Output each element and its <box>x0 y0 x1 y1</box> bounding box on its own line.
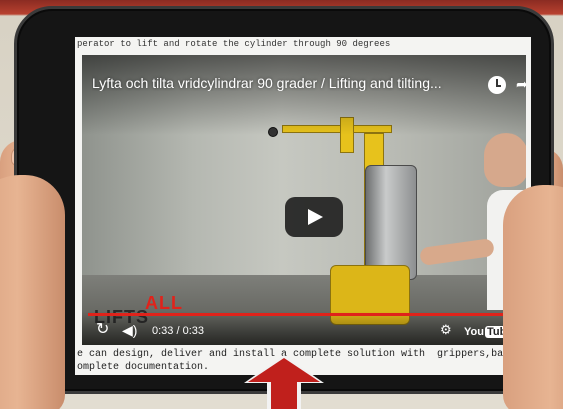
clock-icon[interactable] <box>488 76 506 94</box>
page-caption-top: perator to lift and rotate the cylinder … <box>77 39 391 49</box>
right-hand <box>503 185 563 409</box>
left-hand <box>0 175 65 409</box>
video-title[interactable]: Lyfta och tilta vridcylindrar 90 grader … <box>92 75 474 91</box>
operator-head <box>484 133 526 187</box>
progress-fill <box>88 313 520 316</box>
video-player[interactable]: Lyfta och tilta vridcylindrar 90 grader … <box>82 55 526 345</box>
replay-icon[interactable]: ↻ <box>96 322 109 338</box>
play-button[interactable] <box>285 197 343 237</box>
brand-all: ALL <box>145 293 183 313</box>
arrow-up-icon <box>248 358 320 409</box>
title-gradient <box>82 55 526 135</box>
cylinder <box>365 165 417 280</box>
player-controls <box>82 311 526 345</box>
progress-bar[interactable] <box>88 313 520 316</box>
tablet-frame: perator to lift and rotate the cylinder … <box>14 6 554 394</box>
youtube-you: You <box>464 326 484 338</box>
photo-scene: perator to lift and rotate the cylinder … <box>0 0 563 409</box>
tablet-screen: perator to lift and rotate the cylinder … <box>75 37 531 375</box>
time-display: 0:33 / 0:33 <box>152 325 204 337</box>
gear-icon[interactable]: ⚙ <box>440 323 452 337</box>
volume-icon[interactable]: ◀) <box>122 323 137 337</box>
share-icon[interactable]: ➦ <box>516 77 526 91</box>
